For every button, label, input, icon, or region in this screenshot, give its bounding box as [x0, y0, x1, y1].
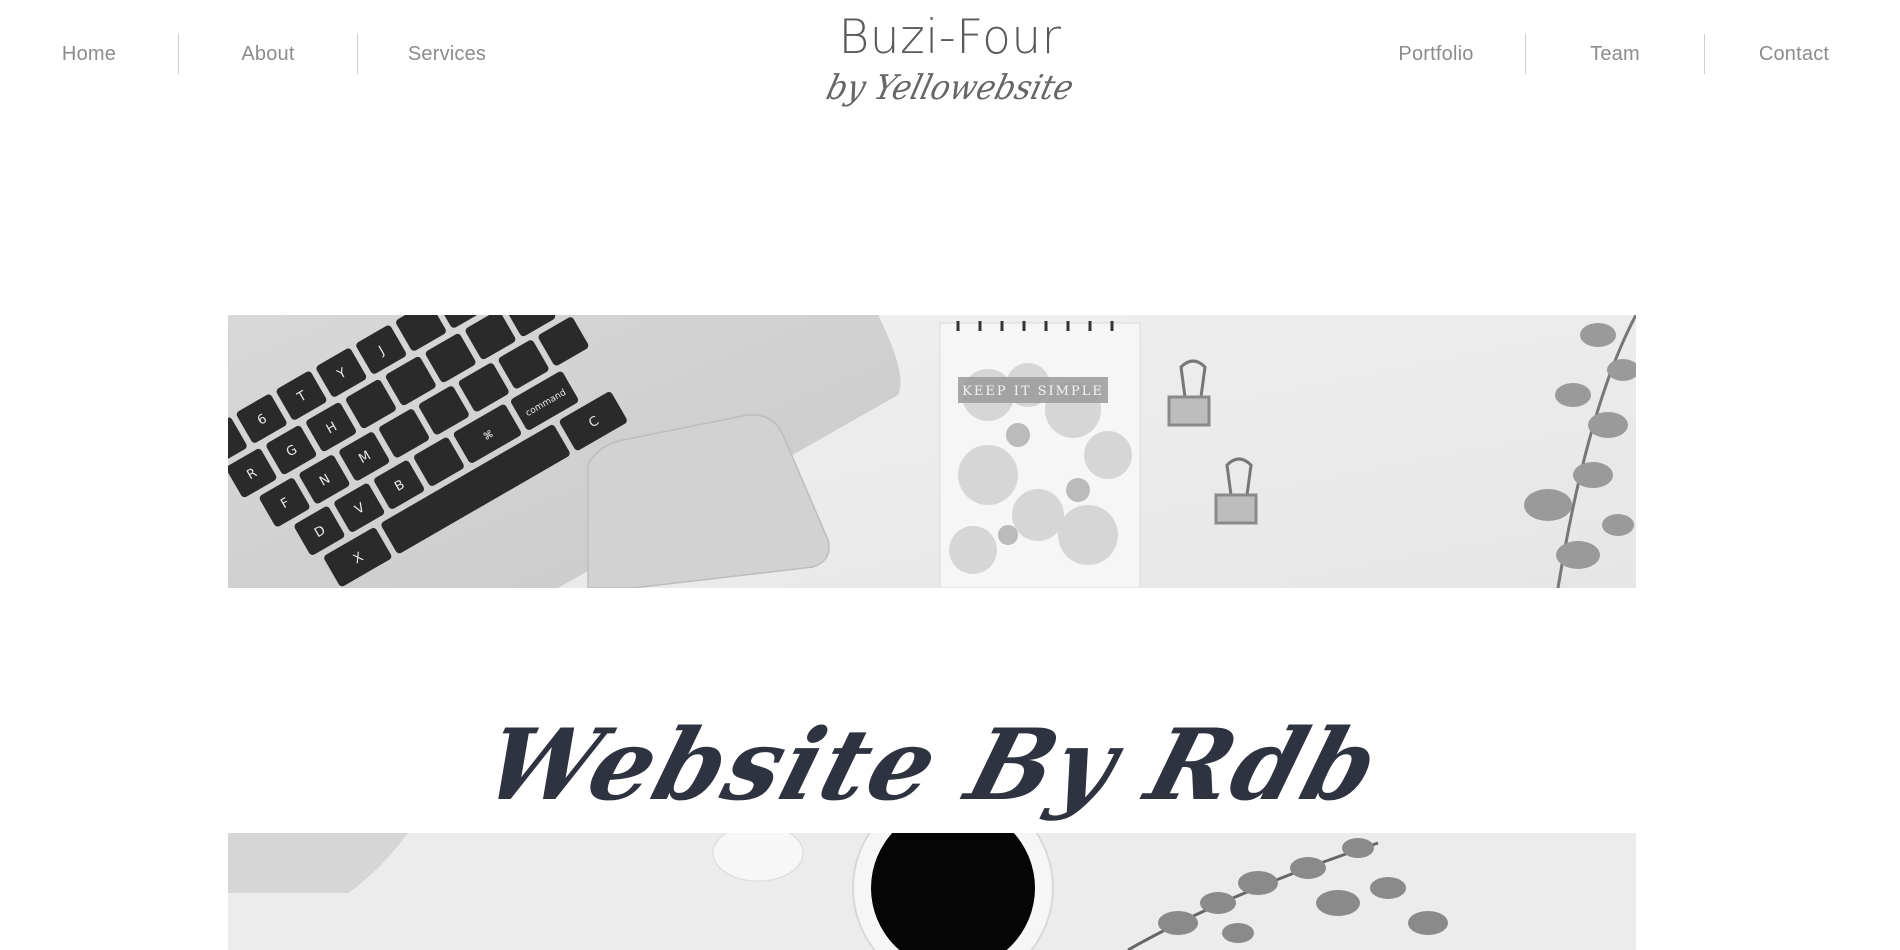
site-logo[interactable]: Buzi-Four by Yellowebsite	[800, 10, 1100, 145]
hero-banner-bottom	[228, 833, 1636, 950]
notepad: KEEP IT SIMPLE	[939, 321, 1141, 588]
nav-services-link[interactable]: Services	[358, 43, 536, 66]
nav-portfolio-link[interactable]: Portfolio	[1347, 43, 1525, 66]
nav-right: Portfolio Team Contact	[1347, 34, 1883, 74]
site-header: Home About Services Buzi-Four by Yellowe…	[0, 0, 1900, 150]
nav-contact-link[interactable]: Contact	[1705, 43, 1883, 66]
desk-photo-top: 5 6 T Y J R G H F N M D V B X C ⌘	[228, 315, 1636, 588]
desk-photo-bottom	[228, 833, 1636, 950]
nav-team-link[interactable]: Team	[1526, 43, 1704, 66]
logo-title: Buzi-Four	[838, 10, 1062, 65]
nav-about-link[interactable]: About	[179, 43, 357, 66]
hero-banner-top: 5 6 T Y J R G H F N M D V B X C ⌘	[228, 315, 1636, 588]
nav-left: Home About Services	[0, 34, 536, 74]
logo-subtitle: by Yellowebsite	[822, 68, 1078, 108]
notepad-text: KEEP IT SIMPLE	[962, 384, 1104, 399]
nav-home-link[interactable]: Home	[0, 43, 178, 66]
coffee-cup	[852, 833, 1054, 950]
